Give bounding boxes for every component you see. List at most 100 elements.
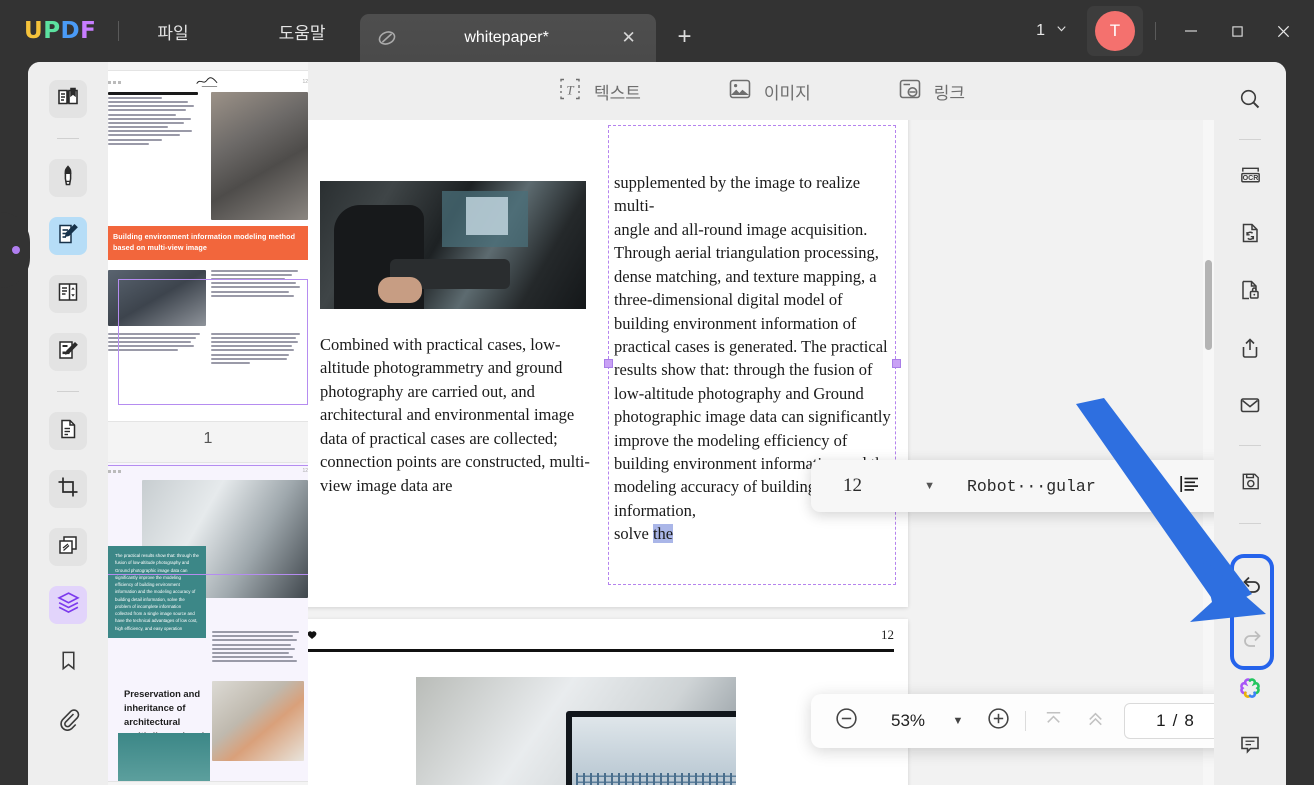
document-image-desk[interactable]: [320, 181, 586, 309]
minimize-button[interactable]: [1168, 0, 1214, 62]
chevron-down-icon[interactable]: ▼: [945, 715, 971, 727]
font-formatting-toolbar[interactable]: 12 ▼ Robot···gular ▼: [811, 460, 1214, 512]
decorative-dots: [108, 80, 121, 84]
prev-page-icon: [1084, 707, 1107, 735]
speech-bubble-icon: [1238, 732, 1262, 761]
thumb-title-banner: Building environment information modelin…: [108, 226, 308, 260]
file-sync-icon: [1238, 221, 1262, 250]
zoom-out-button[interactable]: [829, 704, 863, 738]
sidebar-item-crop[interactable]: [49, 470, 87, 508]
comment-button[interactable]: [1230, 728, 1270, 766]
share-upload-icon: [1238, 336, 1262, 365]
email-button[interactable]: [1230, 388, 1270, 426]
edit-document-icon: [56, 222, 80, 251]
sidebar-item-convert[interactable]: [49, 412, 87, 450]
sidebar-item-attachment[interactable]: [49, 702, 87, 740]
maximize-button[interactable]: [1214, 0, 1260, 62]
document-tab-whitepaper[interactable]: whitepaper* ✕: [359, 14, 656, 62]
paperclip-icon: [56, 707, 80, 736]
window-close-button[interactable]: [1260, 0, 1306, 62]
align-button[interactable]: [1163, 466, 1214, 506]
thumbnail-page-2-canvas: 12 The practical results show that: thro…: [108, 462, 308, 782]
search-button[interactable]: [1230, 82, 1270, 120]
thumbnail-page-1[interactable]: 12 Building environment information mode…: [108, 70, 308, 462]
thumbnail-page-1-label: 1: [203, 430, 213, 447]
sidebar-item-layers[interactable]: [49, 586, 87, 624]
thumb-selection-frame-2: [108, 465, 308, 575]
thumb-selection-frame: [118, 279, 308, 405]
file-lock-icon: [1238, 278, 1262, 307]
file-convert-icon: [56, 417, 80, 446]
thumbnail-panel[interactable]: 12 Building environment information mode…: [108, 62, 308, 785]
thumbnail-page-2[interactable]: 12 The practical results show that: thro…: [108, 462, 308, 782]
highlighter-icon: [56, 164, 80, 193]
app-logo: UPDF: [24, 18, 96, 44]
tool-link[interactable]: 링크: [897, 76, 965, 107]
thumb-teal-block-2: [118, 733, 210, 781]
edit-toolbar: T 텍스트 이미지 링크: [308, 62, 1214, 120]
tool-text[interactable]: T 텍스트: [557, 76, 641, 107]
divider: [1025, 711, 1026, 731]
scroll-track[interactable]: [1203, 120, 1214, 785]
copy-pages-icon: [56, 533, 80, 562]
resize-handle-left[interactable]: [604, 359, 613, 368]
sidebar-item-reader[interactable]: [49, 80, 87, 118]
sidebar-item-form[interactable]: [49, 333, 87, 371]
document-page-2-header: 12: [308, 619, 908, 643]
zoom-in-button[interactable]: [981, 704, 1015, 738]
menu-file[interactable]: 파일: [141, 13, 204, 50]
convert-button[interactable]: [1230, 216, 1270, 254]
sidebar-item-edit-pdf[interactable]: [49, 217, 87, 255]
left-tool-rail: [28, 62, 108, 785]
new-tab-button[interactable]: +: [668, 20, 702, 54]
document-page-1[interactable]: Combined with practical cases, low-altit…: [308, 120, 908, 607]
undo-arrow-icon: [1240, 571, 1264, 600]
font-size-dropdown[interactable]: 12 ▼: [817, 475, 945, 497]
document-image-monitor[interactable]: [416, 677, 736, 785]
ai-assistant-button[interactable]: [1230, 671, 1270, 709]
page-number-input[interactable]: 1 / 8: [1124, 703, 1214, 739]
layers-icon: [56, 590, 81, 620]
zoom-navigation-bar[interactable]: 53% ▼ 1 / 8: [811, 694, 1214, 748]
document-left-column[interactable]: Combined with practical cases, low-altit…: [320, 333, 592, 497]
redo-arrow-icon: [1240, 625, 1264, 654]
zoom-out-circle-icon: [834, 706, 859, 736]
close-icon[interactable]: ✕: [616, 25, 642, 51]
sidebar-item-bookmark[interactable]: [49, 644, 87, 682]
book-reader-icon: [56, 85, 80, 114]
undo-button[interactable]: [1232, 565, 1272, 605]
panel-collapse-handle[interactable]: [0, 212, 30, 288]
share-button[interactable]: [1230, 331, 1270, 369]
first-page-button[interactable]: [1036, 704, 1070, 738]
document-page-2-number: 12: [881, 627, 894, 642]
page-canvas[interactable]: Combined with practical cases, low-altit…: [308, 120, 1214, 785]
sidebar-item-duplicate[interactable]: [49, 528, 87, 566]
zoom-in-circle-icon: [986, 706, 1011, 736]
ocr-button[interactable]: OCR: [1230, 159, 1270, 197]
logo-letter-u: U: [24, 18, 44, 44]
sidebar-item-page-organize[interactable]: [49, 275, 87, 313]
sidebar-item-comment[interactable]: [49, 159, 87, 197]
font-family-dropdown[interactable]: Robot···gular ▼: [945, 477, 1163, 496]
logo-letter-d: D: [60, 18, 81, 44]
account-button[interactable]: T: [1087, 6, 1143, 56]
thumb-text-block-5: [212, 631, 304, 665]
window-count-value: 1: [1036, 22, 1045, 39]
resize-handle-right[interactable]: [892, 359, 901, 368]
svg-text:OCR: OCR: [1242, 174, 1258, 182]
main-shell: 12 Building environment information mode…: [28, 62, 1286, 785]
tool-image[interactable]: 이미지: [727, 76, 811, 107]
menu-help[interactable]: 도움말: [263, 13, 342, 50]
thumbnail-page-1-canvas: 12 Building environment information mode…: [108, 70, 308, 422]
collapse-dot-icon: [12, 246, 20, 254]
selected-word[interactable]: the: [652, 524, 674, 544]
prev-page-button[interactable]: [1078, 704, 1112, 738]
redo-button[interactable]: [1232, 619, 1272, 659]
right-tool-rail: OCR: [1214, 62, 1286, 785]
zoom-level-value[interactable]: 53%: [871, 711, 945, 731]
window-count-selector[interactable]: 1: [1028, 15, 1077, 47]
image-tool-icon: [727, 76, 753, 107]
protect-button[interactable]: [1230, 274, 1270, 312]
save-as-button[interactable]: [1230, 465, 1270, 503]
vertical-scrollbar-thumb[interactable]: [1205, 260, 1212, 350]
